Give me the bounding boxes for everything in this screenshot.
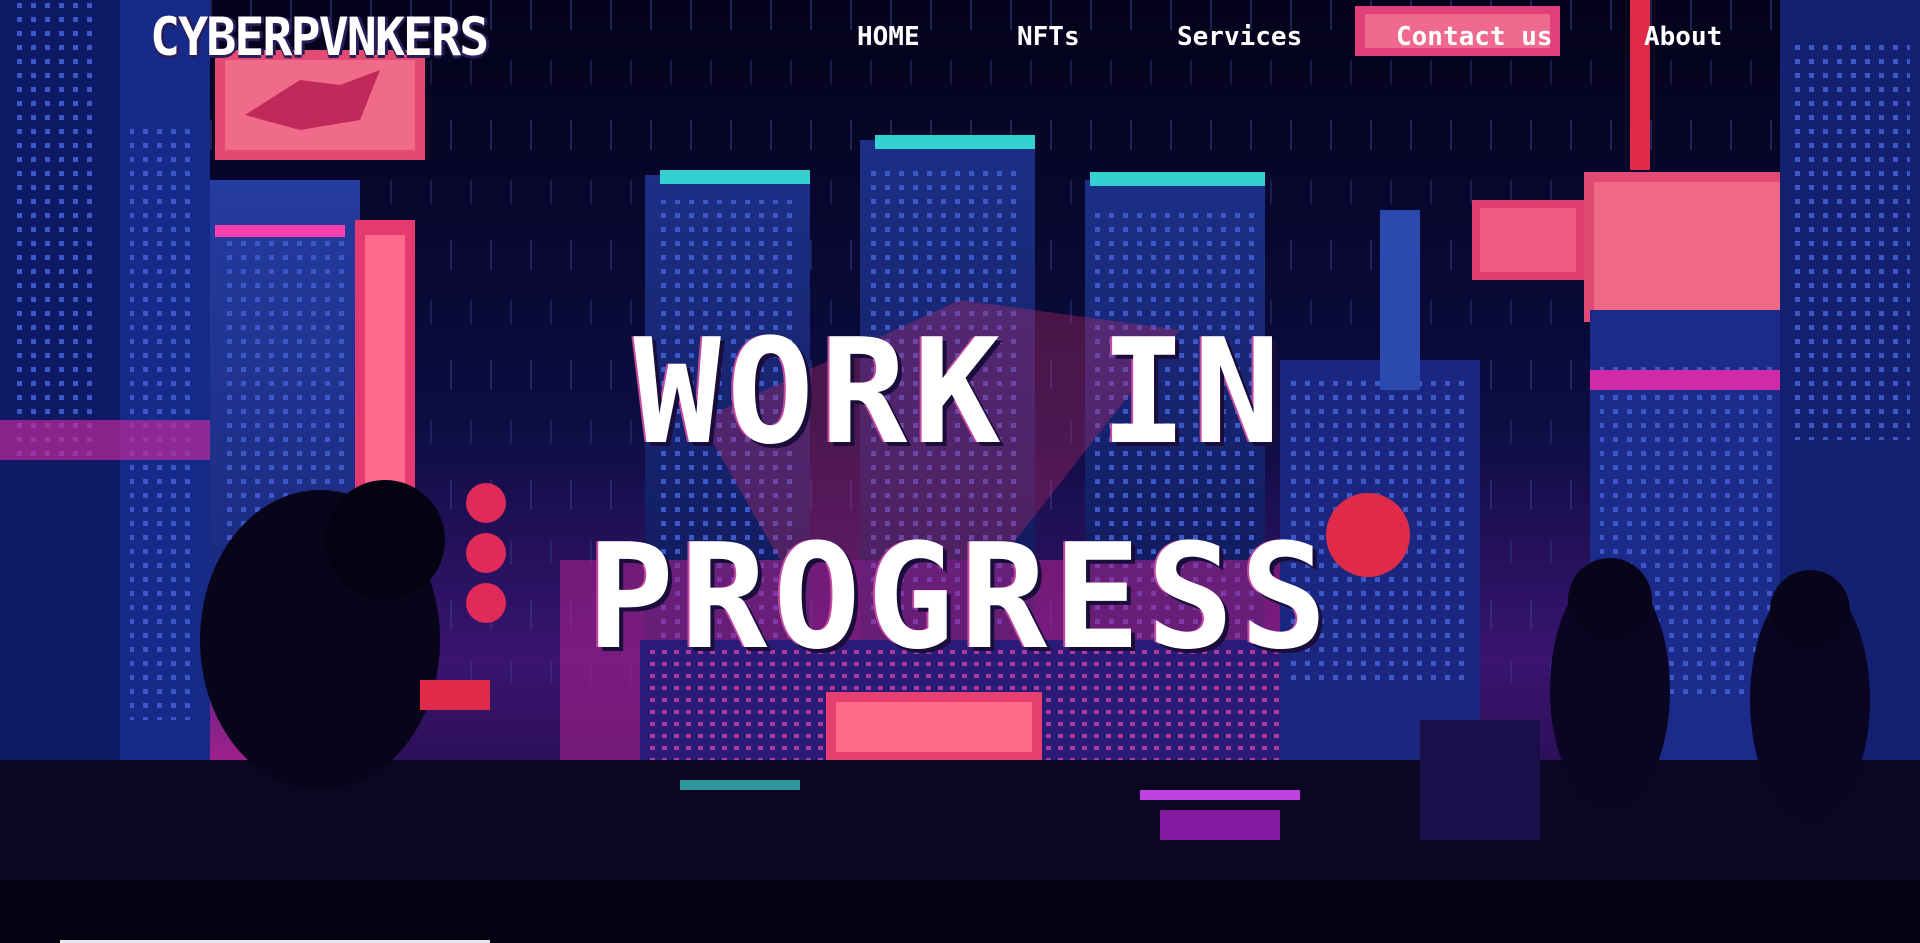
hero-line-2: PROGRESS [586, 513, 1334, 682]
nav-services-link[interactable]: Services [1177, 22, 1302, 52]
nav-contact-link[interactable]: Contact us [1396, 22, 1553, 52]
main-navigation: HOME NFTs Services Contact us About [0, 22, 1920, 62]
nav-home-link[interactable]: HOME [857, 22, 920, 52]
nav-nfts-link[interactable]: NFTs [1017, 22, 1080, 52]
hero-heading: WORK IN PROGRESS [560, 290, 1360, 700]
nav-about-link[interactable]: About [1644, 22, 1722, 52]
hero-line-1: WORK IN [633, 308, 1287, 477]
hero-background: CYBERPVNKERS HOME NFTs Services Contact … [0, 0, 1920, 943]
